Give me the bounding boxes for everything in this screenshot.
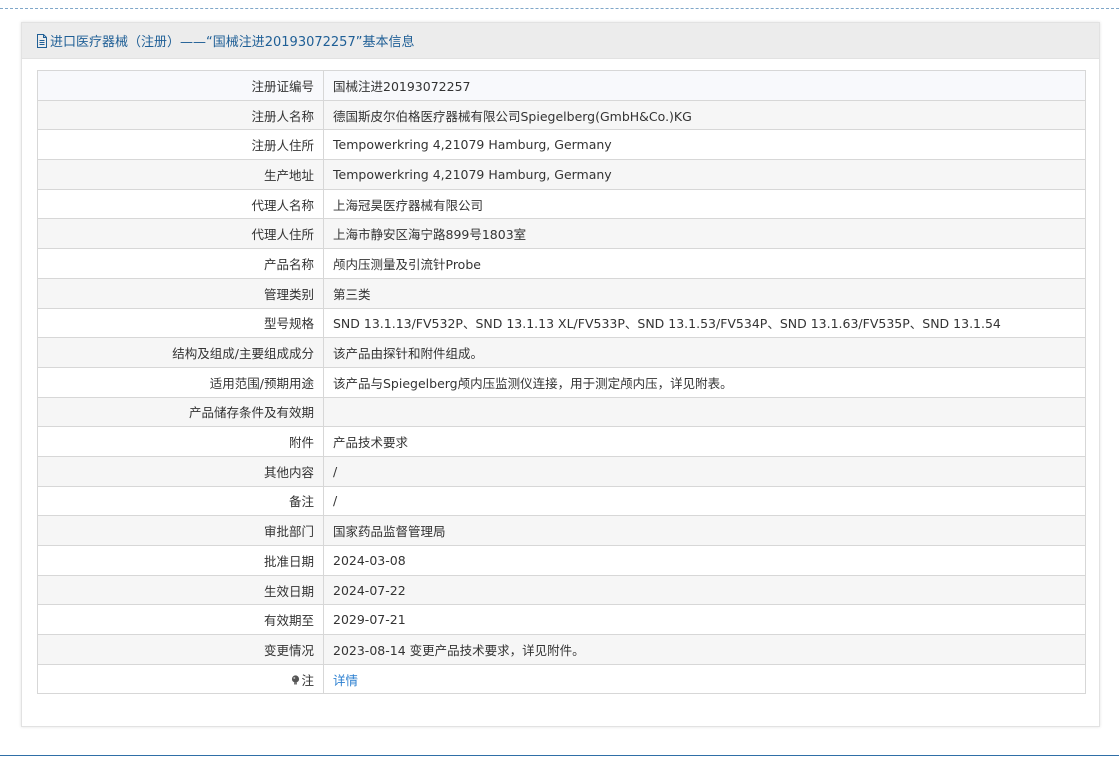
row-value: SND 13.1.13/FV532P、SND 13.1.13 XL/FV533P…	[323, 307, 1086, 339]
table-row: 产品名称 颅内压测量及引流针Probe	[37, 248, 1086, 279]
row-label: 注册人名称	[37, 99, 324, 131]
top-divider	[0, 8, 1119, 9]
registration-info-panel: 进口医疗器械（注册）——“国械注进20193072257”基本信息 注册证编号 …	[21, 22, 1100, 727]
row-label: 变更情况	[37, 634, 324, 665]
row-label: 审批部门	[37, 515, 324, 546]
row-label: 代理人名称	[37, 188, 324, 220]
note-label: 注	[301, 672, 314, 688]
row-label: 产品名称	[37, 248, 324, 279]
row-value: 上海市静安区海宁路899号1803室	[323, 218, 1086, 250]
table-row: 结构及组成/主要组成成分 该产品由探针和附件组成。	[37, 337, 1086, 368]
row-value: /	[323, 485, 1086, 517]
row-value: Tempowerkring 4,21079 Hamburg, Germany	[323, 159, 1086, 190]
table-row: 附件 产品技术要求	[37, 426, 1086, 457]
note-label-cell: 注	[37, 663, 324, 695]
table-row: 生效日期 2024-07-22	[37, 574, 1086, 606]
bulb-icon	[292, 674, 300, 685]
row-label: 适用范围/预期用途	[37, 366, 324, 398]
info-table: 注册证编号 国械注进20193072257 注册人名称 德国斯皮尔伯格医疗器械有…	[37, 70, 1086, 695]
row-label: 生产地址	[37, 159, 324, 190]
row-value: /	[323, 455, 1086, 487]
table-row: 审批部门 国家药品监督管理局	[37, 515, 1086, 546]
row-label: 型号规格	[37, 307, 324, 339]
row-label: 备注	[37, 485, 324, 517]
table-row: 有效期至 2029-07-21	[37, 604, 1086, 636]
row-value: 德国斯皮尔伯格医疗器械有限公司Spiegelberg(GmbH&Co.)KG	[323, 99, 1086, 131]
row-value: 2024-03-08	[323, 545, 1086, 576]
row-label: 注册人住所	[37, 129, 324, 161]
row-value: 上海冠昊医疗器械有限公司	[323, 188, 1086, 220]
table-row: 注册人住所 Tempowerkring 4,21079 Hamburg, Ger…	[37, 129, 1086, 161]
row-value: 2024-07-22	[323, 574, 1086, 606]
table-row: 产品储存条件及有效期	[37, 396, 1086, 428]
row-value: 第三类	[323, 277, 1086, 309]
row-value: 国家药品监督管理局	[323, 515, 1086, 546]
panel-header: 进口医疗器械（注册）——“国械注进20193072257”基本信息	[22, 23, 1099, 59]
row-label: 结构及组成/主要组成成分	[37, 337, 324, 368]
table-row: 批准日期 2024-03-08	[37, 545, 1086, 576]
bottom-divider	[0, 755, 1119, 756]
row-label: 管理类别	[37, 277, 324, 309]
panel-title: 进口医疗器械（注册）——“国械注进20193072257”基本信息	[50, 35, 415, 50]
document-icon	[37, 33, 47, 48]
row-value: 产品技术要求	[323, 426, 1086, 457]
table-row: 注册人名称 德国斯皮尔伯格医疗器械有限公司Spiegelberg(GmbH&Co…	[37, 99, 1086, 131]
details-link[interactable]: 详情	[333, 673, 358, 688]
table-row: 型号规格 SND 13.1.13/FV532P、SND 13.1.13 XL/F…	[37, 307, 1086, 339]
row-value: 颅内压测量及引流针Probe	[323, 248, 1086, 279]
row-label: 注册证编号	[37, 70, 324, 101]
row-label: 生效日期	[37, 574, 324, 606]
table-row: 代理人住所 上海市静安区海宁路899号1803室	[37, 218, 1086, 250]
table-row: 代理人名称 上海冠昊医疗器械有限公司	[37, 188, 1086, 220]
row-value: 国械注进20193072257	[323, 70, 1086, 101]
row-label: 批准日期	[37, 545, 324, 576]
row-label: 有效期至	[37, 604, 324, 636]
row-value: 2023-08-14 变更产品技术要求，详见附件。	[323, 634, 1086, 665]
row-label: 产品储存条件及有效期	[37, 396, 324, 428]
row-label: 附件	[37, 426, 324, 457]
table-row: 变更情况 2023-08-14 变更产品技术要求，详见附件。	[37, 634, 1086, 665]
row-label: 其他内容	[37, 455, 324, 487]
row-label: 代理人住所	[37, 218, 324, 250]
note-value-cell: 详情	[323, 663, 1086, 695]
table-row: 注册证编号 国械注进20193072257	[37, 70, 1086, 101]
row-value: 2029-07-21	[323, 604, 1086, 636]
table-row: 备注 /	[37, 485, 1086, 517]
table-row: 生产地址 Tempowerkring 4,21079 Hamburg, Germ…	[37, 159, 1086, 190]
table-row: 适用范围/预期用途 该产品与Spiegelberg颅内压监测仪连接，用于测定颅内…	[37, 366, 1086, 398]
table-row: 管理类别 第三类	[37, 277, 1086, 309]
row-value: 该产品与Spiegelberg颅内压监测仪连接，用于测定颅内压，详见附表。	[323, 366, 1086, 398]
row-value	[323, 396, 1086, 428]
row-value: Tempowerkring 4,21079 Hamburg, Germany	[323, 129, 1086, 161]
row-value: 该产品由探针和附件组成。	[323, 337, 1086, 368]
note-row: 注 详情	[37, 663, 1086, 695]
table-row: 其他内容 /	[37, 455, 1086, 487]
